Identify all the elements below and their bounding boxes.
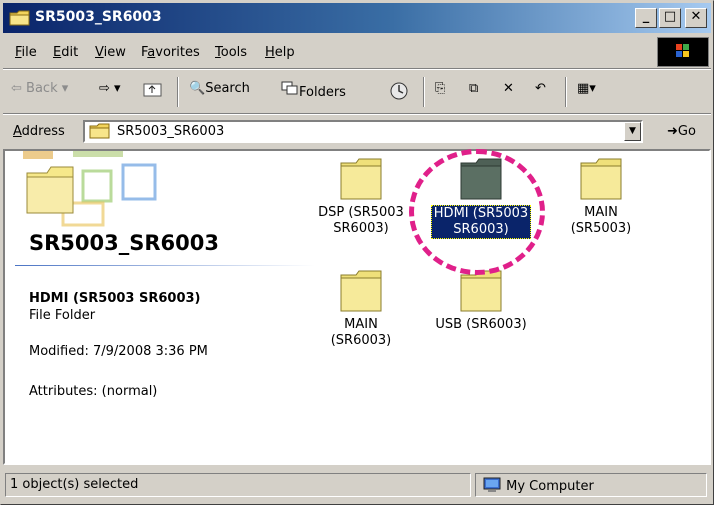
menu-divider [3,68,711,70]
folders-icon [281,81,298,95]
status-zone: My Computer [475,473,707,497]
folder-icon [9,10,30,26]
selected-item-attributes: Attributes: (normal) [29,384,158,399]
selected-item-type: File Folder [29,308,96,323]
close-button[interactable]: ✕ [685,8,707,28]
menu-favorites[interactable]: Favorites [141,45,200,60]
minimize-button[interactable]: _ [635,8,657,28]
selected-item-modified: Modified: 7/9/2008 3:36 PM [29,344,208,359]
forward-button[interactable]: ⇨ ▾ [99,81,121,96]
address-bar: Address SR5003_SR6003 ▼ ➜Go [3,117,711,147]
status-bar: 1 object(s) selected My Computer [3,469,711,501]
highlight-annotation-circle [409,149,545,275]
undo-icon[interactable]: ↶ [535,81,546,96]
menu-tools[interactable]: Tools [215,45,247,60]
maximize-button[interactable]: □ [659,8,681,28]
go-button[interactable]: ➜Go [667,124,696,139]
folder-view: SR5003_SR6003 HDMI (SR5003 SR6003) File … [3,149,711,465]
toolbar-divider [423,77,425,107]
selected-item-name: HDMI (SR5003 SR6003) [29,291,201,306]
delete-icon[interactable]: ✕ [503,81,514,96]
history-icon[interactable] [389,81,409,105]
address-value: SR5003_SR6003 [117,124,225,139]
folder-label: DSP (SR5003 SR6003) [318,205,404,236]
folder-item-main-sr5003[interactable]: MAIN (SR5003) [541,157,661,237]
menu-edit[interactable]: Edit [53,45,78,60]
address-input[interactable]: SR5003_SR6003 ▼ [83,120,643,143]
explorer-window: SR5003_SR6003 _ □ ✕ File Edit View Favor… [0,0,714,505]
menu-help[interactable]: Help [265,45,295,60]
folder-item-usb[interactable]: USB (SR6003) [421,269,541,333]
folder-item-main-sr6003[interactable]: MAIN (SR6003) [301,269,421,349]
my-computer-icon [483,477,501,492]
address-dropdown-button[interactable]: ▼ [624,122,641,141]
folder-label: MAIN (SR5003) [570,205,632,236]
status-selection: 1 object(s) selected [5,473,471,497]
menu-bar: File Edit View Favorites Tools Help [3,37,711,67]
menu-file[interactable]: File [15,45,37,60]
toolbar-divider [3,113,711,115]
address-label: Address [13,124,65,139]
up-folder-icon[interactable] [143,81,163,101]
folder-icon [89,123,110,139]
folder-icon [460,270,502,312]
windows-logo-icon [657,37,709,67]
folder-label: MAIN (SR6003) [330,317,392,348]
folder-icon [340,158,382,200]
move-to-icon[interactable]: ⎘ [435,81,445,96]
panel-title: SR5003_SR6003 [29,231,219,255]
toolbar: ⇦ Back ▾ ⇨ ▾ 🔍Search Folders ⎘ ⧉ ✕ ↶ ▦▾ [3,71,711,113]
title-bar[interactable]: SR5003_SR6003 _ □ ✕ [3,3,711,33]
folder-label: USB (SR6003) [435,317,527,332]
copy-to-icon[interactable]: ⧉ [469,81,478,96]
details-panel: SR5003_SR6003 HDMI (SR5003 SR6003) File … [5,151,315,463]
folder-item-dsp[interactable]: DSP (SR5003 SR6003) [301,157,421,237]
folder-icon [580,158,622,200]
folder-icon [340,270,382,312]
back-button[interactable]: ⇦ Back ▾ [11,81,68,96]
window-title: SR5003_SR6003 [35,9,162,25]
toolbar-divider [177,77,179,107]
menu-view[interactable]: View [95,45,126,60]
views-icon[interactable]: ▦▾ [577,81,596,96]
toolbar-divider [565,77,567,107]
folders-button[interactable]: Folders [281,81,346,100]
folder-banner-icon [23,151,157,227]
search-button[interactable]: 🔍Search [189,81,250,96]
panel-divider [15,265,315,266]
